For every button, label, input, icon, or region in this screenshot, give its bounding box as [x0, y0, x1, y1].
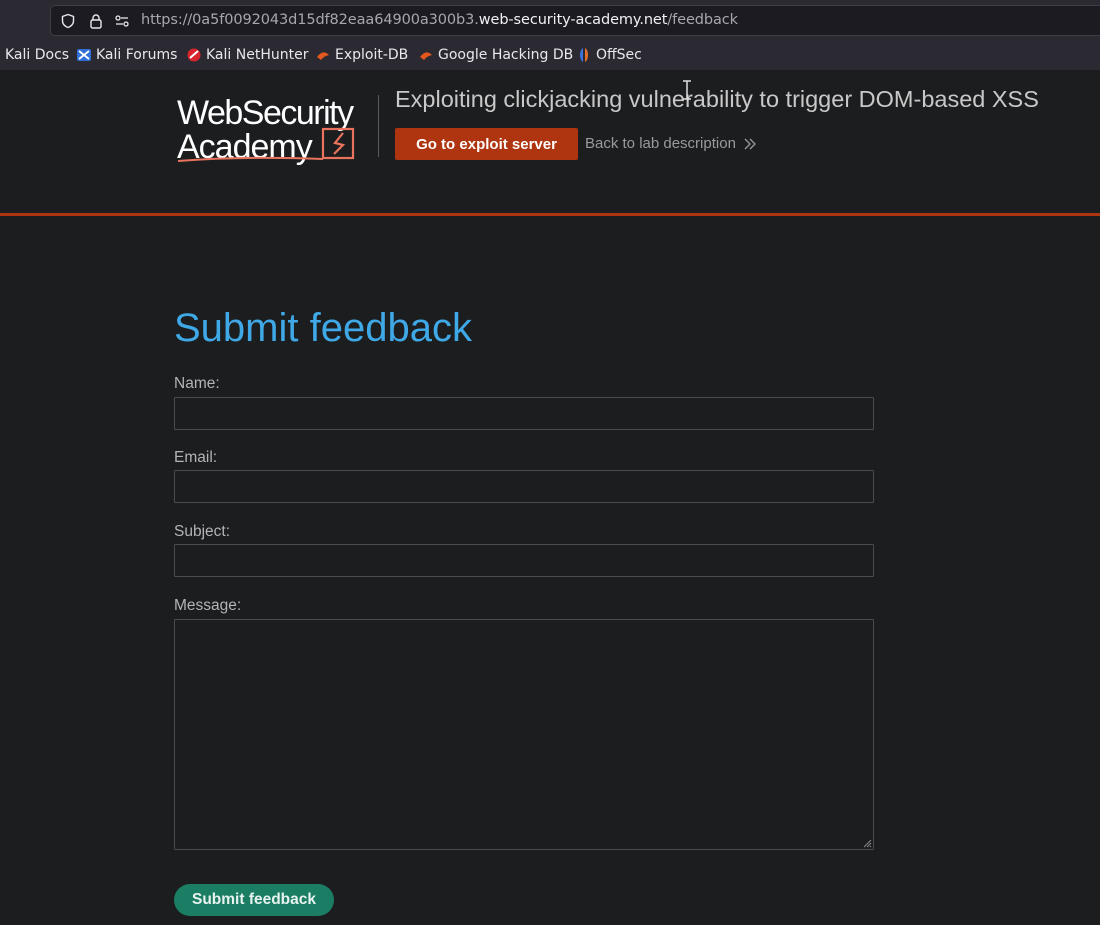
bookmark-label: Kali NetHunter [206, 47, 309, 63]
message-textarea[interactable] [174, 619, 874, 850]
back-to-lab-description-link[interactable]: Back to lab description [585, 135, 756, 152]
back-link-label: Back to lab description [585, 135, 736, 152]
name-input[interactable] [174, 397, 874, 430]
bookmark-offsec[interactable]: OffSec [576, 46, 642, 64]
email-label: Email: [174, 449, 218, 466]
bookmark-kali-forums[interactable]: Kali Forums [76, 46, 177, 64]
bookmark-kali-nethunter[interactable]: Kali NetHunter [186, 46, 308, 64]
logo-line1: WebSecurity [177, 94, 354, 132]
go-to-exploit-server-button[interactable]: Go to exploit server [395, 128, 578, 160]
bookmark-label: Exploit-DB [335, 47, 409, 63]
lab-title: Exploiting clickjacking vulnerability to… [395, 86, 1039, 112]
text-cursor-icon [683, 80, 691, 100]
submit-feedback-button[interactable]: Submit feedback [174, 884, 334, 916]
url-path: /feedback [667, 12, 738, 28]
bookmark-label: Kali Docs [5, 47, 70, 63]
shield-icon[interactable] [60, 13, 76, 29]
bookmark-kali-docs[interactable]: Kali Docs [5, 46, 69, 64]
name-label: Name: [174, 375, 220, 392]
nethunter-icon [187, 48, 201, 62]
lock-icon[interactable] [88, 13, 104, 29]
bookmark-exploit-db[interactable]: Exploit-DB [315, 46, 408, 64]
exploit-db-icon [317, 52, 329, 60]
url-domain: web-security-academy.net [478, 12, 668, 28]
bookmark-label: Google Hacking DB [438, 47, 574, 63]
ghdb-icon [420, 52, 432, 60]
bookmark-label: OffSec [596, 47, 642, 63]
bookmark-google-hacking-db[interactable]: Google Hacking DB [418, 46, 573, 64]
email-input[interactable] [174, 470, 874, 503]
kali-forums-icon [77, 49, 91, 61]
logo-divider [378, 95, 379, 157]
permissions-icon[interactable] [114, 13, 130, 29]
resize-grip-icon[interactable] [862, 838, 872, 848]
lab-header: WebSecurity Academy Exploiting clickjack… [0, 70, 1100, 216]
url-prefix: https://0a5f0092043d15df82eaa64900a300b3… [141, 12, 479, 28]
message-label: Message: [174, 597, 242, 614]
url-text[interactable]: https://0a5f0092043d15df82eaa64900a300b3… [141, 12, 738, 28]
bookmark-label: Kali Forums [96, 47, 178, 63]
web-security-academy-logo[interactable]: WebSecurity Academy [175, 90, 380, 165]
offsec-icon [580, 48, 588, 62]
subject-input[interactable] [174, 544, 874, 577]
page-title: Submit feedback [174, 306, 472, 350]
subject-label: Subject: [174, 523, 231, 540]
browser-chrome: https://0a5f0092043d15df82eaa64900a300b3… [0, 0, 1100, 70]
address-bar[interactable]: https://0a5f0092043d15df82eaa64900a300b3… [50, 5, 1100, 36]
bookmarks-bar: Kali Docs Kali Forums Kali NetHunter Exp… [0, 44, 1100, 66]
double-chevron-right-icon [744, 138, 756, 149]
